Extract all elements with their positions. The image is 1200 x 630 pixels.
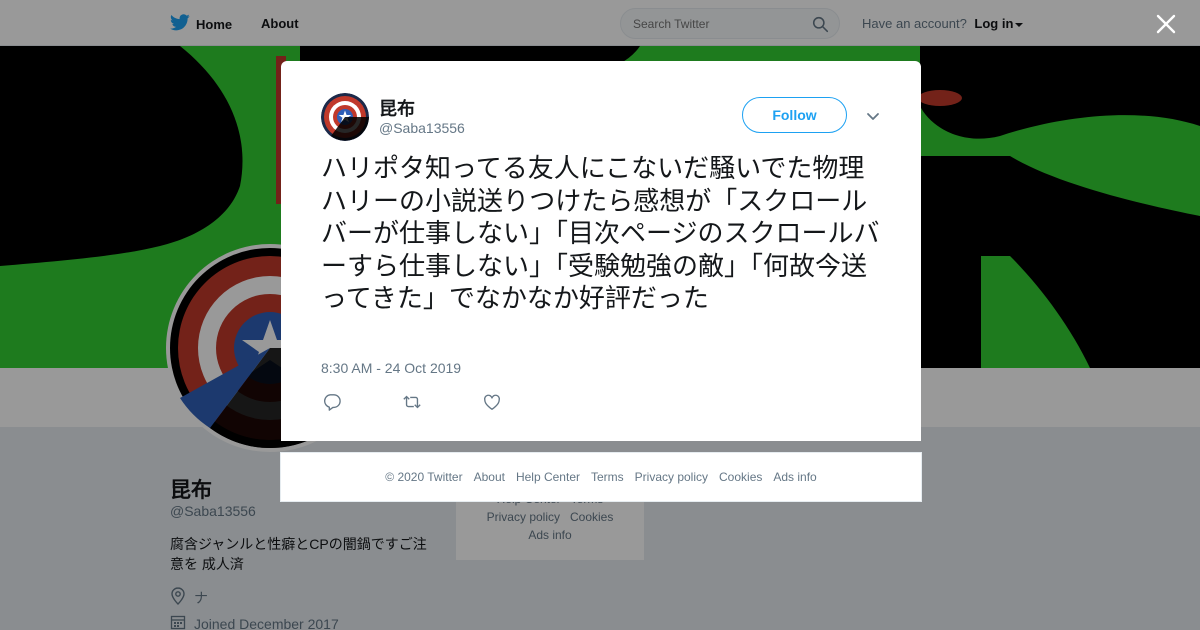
footer-link-terms[interactable]: Terms [591, 470, 624, 484]
chevron-down-icon[interactable] [866, 109, 880, 127]
tweet-timestamp[interactable]: 8:30 AM - 24 Oct 2019 [321, 360, 461, 376]
footer-link-cookies[interactable]: Cookies [719, 470, 762, 484]
follow-button[interactable]: Follow [742, 97, 847, 133]
footer-link-help[interactable]: Help Center [516, 470, 580, 484]
close-icon[interactable] [1154, 12, 1178, 36]
tweet-author-name[interactable]: 昆布 [379, 95, 415, 121]
tweet-author-handle[interactable]: @Saba13556 [379, 120, 465, 136]
tweet-actions [321, 391, 503, 413]
tweet-modal: 昆布 @Saba13556 Follow ハリポタ知ってる友人にこないだ騒いでた… [281, 61, 921, 441]
tweet-author-avatar[interactable] [321, 93, 369, 141]
footer-link-privacy[interactable]: Privacy policy [635, 470, 708, 484]
modal-footer: © 2020 Twitter About Help Center Terms P… [280, 452, 922, 502]
tweet-text: ハリポタ知ってる友人にこないだ騒いでた物理ハリーの小説送りつけたら感想が「スクロ… [321, 154, 880, 314]
retweet-icon[interactable] [401, 391, 423, 413]
footer-link-about[interactable]: About [474, 470, 505, 484]
heart-icon[interactable] [481, 391, 503, 413]
reply-icon[interactable] [321, 391, 343, 413]
footer-copyright: © 2020 Twitter [385, 470, 463, 484]
footer-link-ads[interactable]: Ads info [773, 470, 816, 484]
